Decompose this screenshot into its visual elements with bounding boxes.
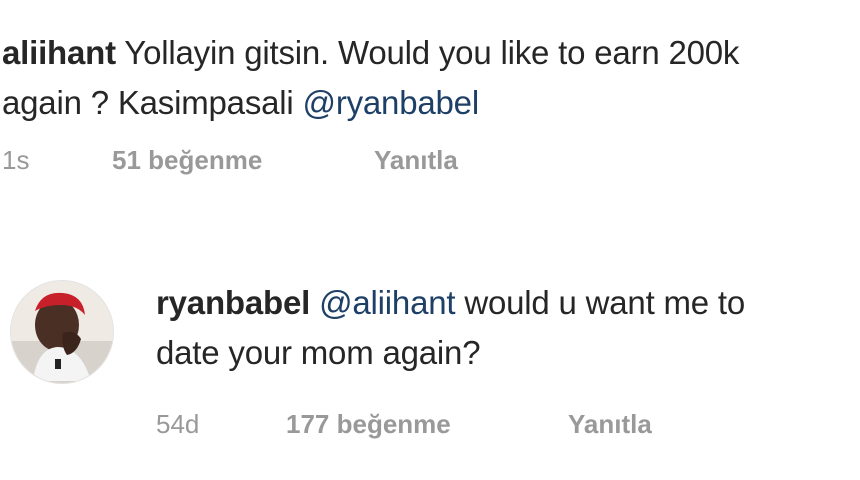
- comment-body-container: ryanbabel @aliihant would u want me to d…: [156, 278, 860, 444]
- comment-line-1: aliihant Yollayin gitsin. Would you like…: [2, 28, 860, 78]
- comment-text: ryanbabel @aliihant would u want me to d…: [156, 278, 860, 378]
- comment-body: would u want me to: [455, 284, 746, 321]
- comment-body-continued: again ? Kasimpasali: [2, 84, 303, 121]
- comment-line-2: again ? Kasimpasali @ryanbabel: [2, 78, 860, 128]
- comment-meta: 1s 51 beğenme Yanıtla: [2, 140, 860, 180]
- comment-username[interactable]: aliihant: [2, 34, 116, 71]
- reply-button[interactable]: Yanıtla: [374, 145, 458, 176]
- comment-line-1: ryanbabel @aliihant would u want me to: [156, 278, 860, 328]
- reply-button[interactable]: Yanıtla: [568, 409, 652, 440]
- profile-photo-icon: [11, 281, 113, 383]
- comment-body-continued: date your mom again?: [156, 334, 481, 371]
- comment-meta: 54d 177 beğenme Yanıtla: [156, 404, 860, 444]
- likes-count-button[interactable]: 51 beğenme: [112, 145, 374, 176]
- mention-link[interactable]: @aliihant: [319, 284, 455, 321]
- comment-line-2: date your mom again?: [156, 328, 860, 378]
- comment-aliihant: aliihant Yollayin gitsin. Would you like…: [2, 28, 860, 180]
- comment-body: Yollayin gitsin. Would you like to earn …: [124, 34, 740, 71]
- comment-username[interactable]: ryanbabel: [156, 284, 310, 321]
- comment-timestamp: 54d: [156, 408, 200, 439]
- comment-text: aliihant Yollayin gitsin. Would you like…: [2, 28, 860, 128]
- comment-timestamp: 1s: [2, 144, 30, 175]
- mention-link[interactable]: @ryanbabel: [303, 84, 480, 121]
- avatar[interactable]: [10, 280, 114, 384]
- likes-count-button[interactable]: 177 beğenme: [286, 409, 568, 440]
